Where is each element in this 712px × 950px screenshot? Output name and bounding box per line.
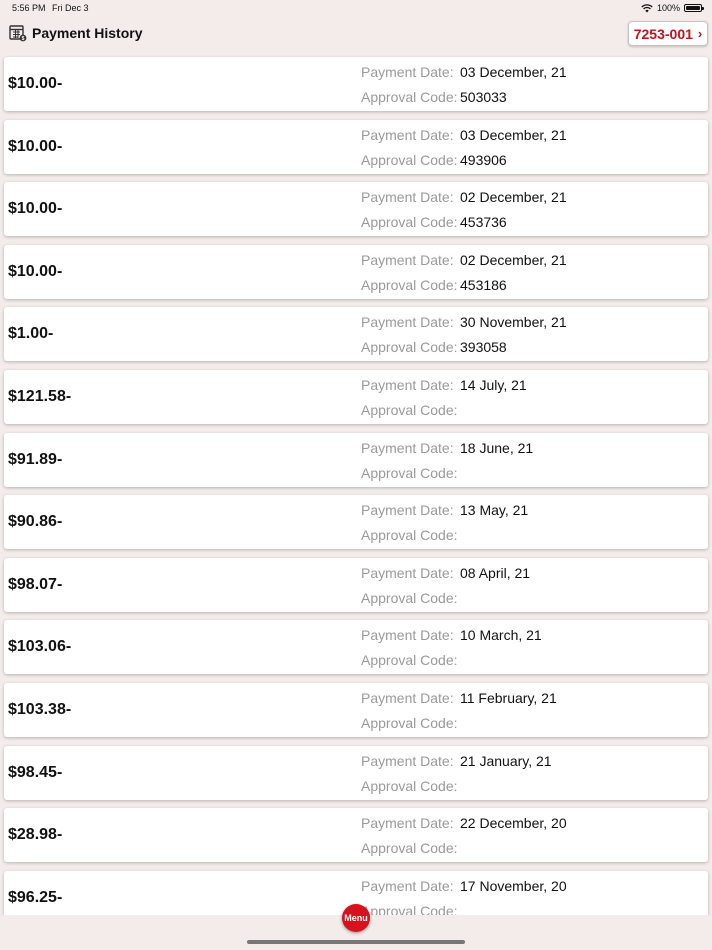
payment-date-value: 08 April, 21	[460, 564, 531, 581]
payment-date-label: Payment Date:	[361, 189, 454, 206]
payment-card[interactable]: $10.00- Payment Date: 02 December, 21 Appro…	[4, 182, 708, 237]
svg-text:$: $	[22, 36, 25, 42]
payment-amount: $96.25-	[8, 888, 63, 906]
payment-card[interactable]: $103.38- Payment Date: 11 February, 21 Appr…	[4, 683, 708, 737]
approval-code-label: Approval Code:	[361, 89, 458, 105]
approval-code-value: 503033	[460, 89, 507, 105]
payment-date-label: Payment Date:	[361, 752, 454, 769]
payment-card[interactable]: $10.00- Payment Date: 03 December, 21 Appro…	[4, 57, 708, 111]
payment-date-label: Payment Date:	[361, 126, 454, 143]
payment-date-value: 13 May, 21	[460, 502, 529, 519]
payment-amount: $10.00-	[8, 75, 63, 92]
battery-icon	[684, 4, 704, 12]
payment-date-label: Payment Date:	[361, 564, 454, 581]
approval-code-label: Approval Code:	[361, 840, 458, 857]
approval-code-label: Approval Code:	[361, 402, 458, 418]
account-number: 7253-001	[633, 25, 693, 42]
payment-card[interactable]: $91.89- Payment Date: 18 June, 21 Approval …	[4, 432, 708, 487]
payment-amount: $10.00-	[8, 200, 63, 218]
payment-date-value: 21 January, 21	[460, 752, 552, 769]
payment-date-label: Payment Date:	[361, 690, 454, 706]
payment-date-label: Payment Date:	[361, 815, 454, 832]
payment-date-value: 02 December, 21	[460, 189, 567, 206]
payment-amount: $1.00-	[8, 325, 54, 343]
chevron-right-icon: ›	[697, 26, 703, 41]
payment-card[interactable]: $98.45- Payment Date: 21 January, 21 Approv…	[4, 745, 708, 800]
approval-code-label: Approval Code:	[361, 214, 458, 231]
payment-date-value: 02 December, 21	[460, 251, 567, 268]
payment-date-value: 03 December, 21	[460, 64, 567, 80]
approval-code-label: Approval Code:	[361, 527, 458, 544]
payment-amount: $98.07-	[8, 575, 63, 593]
payment-card[interactable]: $1.00- Payment Date: 30 November, 21 Approv…	[4, 307, 708, 362]
payment-date-label: Payment Date:	[361, 314, 454, 331]
status-date: Fri Dec 3	[52, 3, 89, 13]
payment-date-value: 14 July, 21	[460, 377, 527, 393]
approval-code-label: Approval Code:	[361, 464, 458, 481]
status-indicators: 100%	[641, 3, 704, 13]
payment-amount: $10.00-	[8, 137, 63, 155]
approval-code-label: Approval Code:	[361, 902, 458, 915]
battery-percent: 100%	[656, 3, 680, 13]
approval-code-label: Approval Code:	[361, 339, 458, 356]
payment-amount: $98.45-	[8, 763, 63, 781]
payment-card[interactable]: $10.00- Payment Date: 03 December, 21 Appro…	[4, 119, 708, 174]
payment-amount: $121.58-	[8, 388, 72, 405]
nav-bar: $ Payment History 7253-001 ›	[0, 18, 712, 50]
approval-code-value: 493906	[460, 151, 507, 168]
payment-amount: $90.86-	[8, 513, 63, 531]
approval-code-label: Approval Code:	[361, 777, 458, 794]
approval-code-value: 453186	[460, 276, 507, 293]
menu-label: Menu	[344, 913, 368, 923]
status-time: 5:56 PM	[12, 3, 46, 13]
payment-card[interactable]: $98.07- Payment Date: 08 April, 21 Approval…	[4, 557, 708, 612]
payment-card[interactable]: $90.86- Payment Date: 13 May, 21 Approval C…	[4, 495, 708, 550]
payment-date-value: 30 November, 21	[460, 314, 567, 331]
payment-date-value: 03 December, 21	[460, 126, 567, 143]
payment-list[interactable]: $10.00- Payment Date: 03 December, 21 Appro…	[0, 50, 712, 915]
menu-button[interactable]: Menu	[342, 904, 370, 932]
payment-card[interactable]: $121.58- Payment Date: 14 July, 21 Approval…	[4, 370, 708, 424]
payment-amount: $10.00-	[8, 262, 63, 280]
payment-date-value: 18 June, 21	[460, 439, 534, 456]
payment-card[interactable]: $28.98- Payment Date: 22 December, 20 Appro…	[4, 808, 708, 863]
payment-card[interactable]: $10.00- Payment Date: 02 December, 21 Appro…	[4, 244, 708, 299]
page-title: Payment History	[32, 25, 143, 41]
calendar-icon: $	[9, 25, 27, 42]
payment-date-value: 22 December, 20	[460, 815, 567, 832]
payment-date-label: Payment Date:	[361, 502, 454, 519]
payment-amount: $103.38-	[8, 701, 72, 718]
payment-amount: $91.89-	[8, 450, 63, 468]
payment-date-label: Payment Date:	[361, 377, 454, 393]
approval-code-label: Approval Code:	[361, 652, 458, 669]
home-indicator	[247, 940, 465, 944]
status-bar: 5:56 PM Fri Dec 3 100%	[0, 0, 712, 18]
payment-amount: $103.06-	[8, 638, 72, 656]
payment-amount: $28.98-	[8, 826, 63, 844]
payment-date-label: Payment Date:	[361, 251, 454, 268]
payment-date-label: Payment Date:	[361, 64, 454, 80]
payment-date-label: Payment Date:	[361, 439, 454, 456]
wifi-icon	[641, 3, 653, 12]
payment-card[interactable]: $103.06- Payment Date: 10 March, 21 Approva…	[4, 620, 708, 675]
payment-date-value: 10 March, 21	[460, 627, 542, 644]
approval-code-value: 453736	[460, 214, 507, 231]
payment-date-label: Payment Date:	[361, 627, 454, 644]
approval-code-label: Approval Code:	[361, 715, 458, 731]
payment-date-label: Payment Date:	[361, 877, 454, 894]
account-selector-button[interactable]: 7253-001 ›	[628, 21, 708, 46]
payment-date-value: 17 November, 20	[460, 877, 567, 894]
approval-code-label: Approval Code:	[361, 589, 458, 606]
approval-code-label: Approval Code:	[361, 151, 458, 168]
approval-code-value: 393058	[460, 339, 507, 356]
payment-date-value: 11 February, 21	[460, 690, 557, 706]
approval-code-label: Approval Code:	[361, 276, 458, 293]
